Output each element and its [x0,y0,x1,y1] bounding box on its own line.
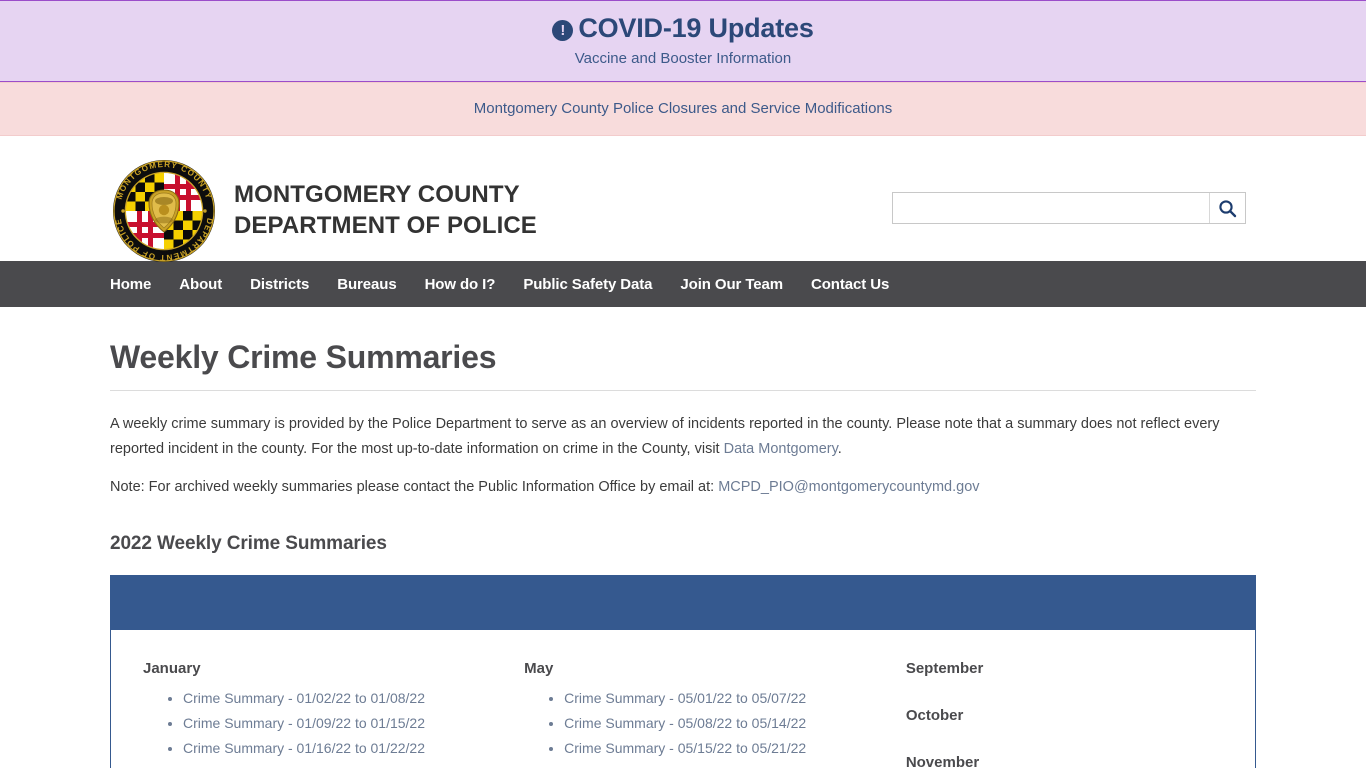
masthead: MONTGOMERY COUNTY DEPARTMENT OF POLICE M… [0,136,1366,263]
montgomery-county-police-seal-icon[interactable]: MONTGOMERY COUNTY DEPARTMENT OF POLICE [112,159,216,263]
table-header-cell-2 [492,575,874,631]
site-title-line2: DEPARTMENT OF POLICE [234,212,537,240]
table-cell-column-2: MayCrime Summary - 05/01/22 to 05/07/22C… [492,630,874,768]
page-content: Weekly Crime Summaries A weekly crime su… [110,339,1256,768]
list-item: Crime Summary - 05/01/22 to 05/07/22 [564,686,874,711]
crime-summary-link[interactable]: Crime Summary - 01/02/22 to 01/08/22 [183,690,425,706]
month-heading-september: September [905,660,984,678]
summary-links-january: Crime Summary - 01/02/22 to 01/08/22 Crim… [143,686,492,768]
nav-item-about[interactable]: About [179,276,222,293]
search-input[interactable] [893,193,1209,224]
closures-alert-text[interactable]: Montgomery County Police Closures and Se… [474,100,893,117]
nav-item-districts[interactable]: Districts [250,276,309,293]
exclamation-circle-icon: ! [552,20,574,41]
intro-text-part2: . [837,440,842,457]
covid-alert-banner[interactable]: ! COVID-19 Updates Vaccine and Booster In… [0,0,1366,83]
covid-alert-title: ! COVID-19 Updates [10,13,1356,44]
site-title-line1: MONTGOMERY COUNTY [234,181,520,209]
note-text: Note: For archived weekly summaries plea… [110,478,719,495]
search-button[interactable] [1209,193,1245,224]
table-header-cell-3 [873,575,1256,631]
month-heading-october: October [905,707,964,725]
summary-links-may: Crime Summary - 05/01/22 to 05/07/22 Crim… [524,686,874,768]
note-paragraph: Note: For archived weekly summaries plea… [110,475,1256,500]
section-title-2022: 2022 Weekly Crime Summaries [110,532,387,554]
covid-alert-title-text: COVID-19 Updates [578,13,814,43]
table-header-row [110,575,1256,631]
table-body: January Crime Summary - 01/02/22 to 01/08… [111,630,1256,768]
table-header-cell-1 [110,575,493,631]
intro-text-part1: A weekly crime summary is provided by th… [110,416,1220,457]
closures-alert-banner[interactable]: Montgomery County Police Closures and Se… [0,82,1366,137]
covid-alert-subtitle[interactable]: Vaccine and Booster Information [10,50,1356,67]
main-navigation: Home About Districts Bureaus How do I? Public… [0,261,1366,308]
list-item: Crime Summary - 01/23/22 to 01/29/22 [183,761,492,768]
pio-email-link[interactable]: MCPD_PIO@montgomerycountymd.gov [718,479,979,495]
list-item: Crime Summary - 05/08/22 to 05/14/22 [564,711,874,736]
nav-item-how-do-i[interactable]: How do I? [425,276,496,293]
search-icon [1219,199,1237,217]
list-item: Crime Summary - 01/02/22 to 01/08/22 [183,686,492,711]
crime-summary-link[interactable]: Crime Summary - 01/09/22 to 01/15/22 [183,715,425,731]
table-row: January Crime Summary - 01/02/22 to 01/08… [111,630,1256,768]
nav-item-bureaus[interactable]: Bureaus [337,276,396,293]
intro-paragraph: A weekly crime summary is provided by th… [110,412,1256,462]
data-montgomery-link[interactable]: Data Montgomery [724,441,838,457]
table-head [110,575,1256,631]
list-item: Crime Summary - 01/09/22 to 01/15/22 [183,711,492,736]
crime-summary-link[interactable]: Crime Summary - 01/16/22 to 01/22/22 [183,740,425,756]
month-heading-november: November [905,754,980,768]
nav-item-home[interactable]: Home [110,276,151,293]
table-cell-column-3: SeptemberOctoberNovemberDecember [874,630,1256,768]
page-title: Weekly Crime Summaries [110,339,1256,392]
nav-item-contact-us[interactable]: Contact Us [811,276,889,293]
nav-item-public-safety-data[interactable]: Public Safety Data [523,276,652,293]
list-item: Crime Summary - 01/16/22 to 01/22/22 [183,736,492,761]
list-item: Crime Summary - 05/22/22 to 05/28/22 [564,761,874,768]
site-search[interactable] [892,192,1246,225]
table-cell-column-1: January Crime Summary - 01/02/22 to 01/08… [111,630,493,768]
crime-summary-link[interactable]: Crime Summary - 05/01/22 to 05/07/22 [564,690,806,706]
month-heading-may: May [524,660,554,678]
list-item: Crime Summary - 05/15/22 to 05/21/22 [564,736,874,761]
nav-item-join-our-team[interactable]: Join Our Team [680,276,783,293]
brand-lockup[interactable]: MONTGOMERY COUNTY DEPARTMENT OF POLICE M… [112,159,537,263]
site-title: MONTGOMERY COUNTY DEPARTMENT OF POLICE [234,180,537,241]
crime-summary-link[interactable]: Crime Summary - 05/15/22 to 05/21/22 [564,740,806,756]
nav-items-container: Home About Districts Bureaus How do I? Public… [110,261,1256,307]
month-heading-january: January [143,660,201,678]
crime-summary-link[interactable]: Crime Summary - 05/08/22 to 05/14/22 [564,715,806,731]
weekly-summaries-table: January Crime Summary - 01/02/22 to 01/08… [110,574,1256,768]
